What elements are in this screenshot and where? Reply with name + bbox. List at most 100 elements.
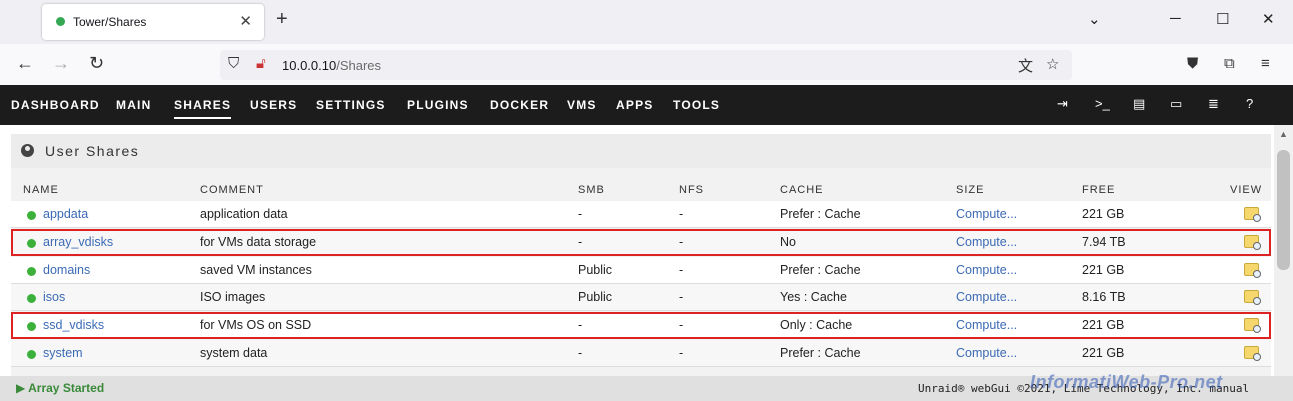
share-smb: - <box>578 235 583 249</box>
extensions-icon[interactable]: ⧉ <box>1224 55 1235 72</box>
share-size-compute-link[interactable]: Compute... <box>956 207 1017 221</box>
logout-icon[interactable]: ⇥ <box>1057 96 1068 112</box>
menu-dashboard[interactable]: DASHBOARD <box>11 98 100 112</box>
menu-tools[interactable]: TOOLS <box>673 98 720 112</box>
menu-users[interactable]: USERS <box>250 98 297 112</box>
share-size-compute-link[interactable]: Compute... <box>956 290 1017 304</box>
browse-folder-icon[interactable] <box>1244 207 1261 222</box>
share-cache: Prefer : Cache <box>780 346 861 360</box>
browser-tab[interactable]: Tower/Shares ✕ <box>42 4 264 40</box>
share-size-compute-link[interactable]: Compute... <box>956 263 1017 277</box>
share-size-compute-link[interactable]: Compute... <box>956 318 1017 332</box>
status-dot-icon <box>27 350 36 359</box>
browser-tab-bar: Tower/Shares ✕ + ⌄ ─ ☐ ✕ <box>0 0 1293 44</box>
url-bar[interactable]: ⛉ 🔓︎ 10.0.0.10/Shares 文 ☆ <box>220 50 1072 80</box>
tab-close-icon[interactable]: ✕ <box>239 12 252 30</box>
share-cache: Only : Cache <box>780 318 853 332</box>
new-tab-icon[interactable]: + <box>276 8 288 31</box>
share-name-link[interactable]: array_vdisks <box>43 235 113 249</box>
share-cache: Yes : Cache <box>780 290 847 304</box>
share-free: 221 GB <box>1082 318 1125 332</box>
table-header: NAME COMMENT SMB NFS CACHE SIZE FREE VIE… <box>11 180 1271 200</box>
maximize-icon[interactable]: ☐ <box>1216 10 1229 28</box>
status-dot-icon <box>27 239 36 248</box>
menu-vms[interactable]: VMS <box>567 98 597 112</box>
share-comment: for VMs OS on SSD <box>200 318 312 332</box>
table-row: isos ISO images Public - Yes : Cache Com… <box>11 284 1271 311</box>
share-free: 7.94 TB <box>1082 235 1126 249</box>
browse-folder-icon[interactable] <box>1244 263 1261 278</box>
share-cache: Prefer : Cache <box>780 263 861 277</box>
insecure-lock-icon[interactable]: 🔓︎ <box>256 55 266 72</box>
header-nfs: NFS <box>679 184 704 196</box>
share-name-link[interactable]: ssd_vdisks <box>43 318 104 332</box>
menu-shares[interactable]: SHARES <box>174 98 232 119</box>
table-row: domains saved VM instances Public - Pref… <box>11 257 1271 284</box>
table-row: appdata application data - - Prefer : Ca… <box>11 201 1271 228</box>
share-name-link[interactable]: domains <box>43 263 90 277</box>
share-comment: application data <box>200 207 288 221</box>
menu-settings[interactable]: SETTINGS <box>316 98 386 112</box>
panel-header: User Shares <box>11 134 1271 168</box>
share-nfs: - <box>679 318 684 332</box>
browser-nav-bar: ← → ↻ ⛉ 🔓︎ 10.0.0.10/Shares 文 ☆ ⛊ ⧉ ≡ <box>0 44 1293 85</box>
header-cache: CACHE <box>780 184 824 196</box>
user-icon <box>21 144 34 157</box>
menu-docker[interactable]: DOCKER <box>490 98 549 112</box>
minimize-icon[interactable]: ─ <box>1170 10 1181 27</box>
terminal-icon[interactable]: >_ <box>1095 96 1110 111</box>
header-name: NAME <box>23 184 59 196</box>
scroll-up-icon[interactable]: ▲ <box>1279 129 1288 139</box>
status-dot-icon <box>27 294 36 303</box>
browse-folder-icon[interactable] <box>1244 290 1261 305</box>
status-dot-icon <box>27 267 36 276</box>
share-smb: - <box>578 207 583 221</box>
bookmark-star-icon[interactable]: ☆ <box>1046 55 1059 73</box>
feedback-icon[interactable]: ▤ <box>1133 96 1145 112</box>
shield-icon[interactable]: ⛉ <box>228 55 239 72</box>
forward-icon[interactable]: → <box>52 53 70 74</box>
menu-plugins[interactable]: PLUGINS <box>407 98 469 112</box>
browse-folder-icon[interactable] <box>1244 346 1261 361</box>
header-smb: SMB <box>578 184 605 196</box>
window-close-icon[interactable]: ✕ <box>1262 10 1275 28</box>
share-nfs: - <box>679 235 684 249</box>
share-size-compute-link[interactable]: Compute... <box>956 346 1017 360</box>
share-smb: - <box>578 346 583 360</box>
share-comment: for VMs data storage <box>200 235 317 249</box>
share-nfs: - <box>679 346 684 360</box>
tab-title: Tower/Shares <box>73 15 147 29</box>
menu-apps[interactable]: APPS <box>616 98 653 112</box>
scrollbar-thumb[interactable] <box>1277 150 1290 270</box>
pocket-icon[interactable]: ⛊ <box>1187 55 1198 72</box>
share-name-link[interactable]: isos <box>43 290 65 304</box>
share-smb: Public <box>578 263 613 277</box>
table-row: ssd_vdisks for VMs OS on SSD - - Only : … <box>11 312 1271 339</box>
help-icon[interactable]: ? <box>1246 96 1253 111</box>
share-size-compute-link[interactable]: Compute... <box>956 235 1017 249</box>
monitor-icon[interactable]: ▭ <box>1170 96 1182 112</box>
share-free: 8.16 TB <box>1082 290 1126 304</box>
browse-folder-icon[interactable] <box>1244 235 1261 250</box>
reload-icon[interactable]: ↻ <box>89 53 104 74</box>
share-comment: system data <box>200 346 268 360</box>
share-nfs: - <box>679 263 684 277</box>
log-icon[interactable]: ≣ <box>1208 96 1219 112</box>
share-free: 221 GB <box>1082 346 1125 360</box>
header-free: FREE <box>1082 184 1116 196</box>
app-menu-icon[interactable]: ≡ <box>1261 55 1270 72</box>
header-view: VIEW <box>1230 184 1263 196</box>
share-smb: - <box>578 318 583 332</box>
share-name-link[interactable]: system <box>43 346 83 360</box>
translate-icon[interactable]: 文 <box>1018 55 1033 76</box>
tab-list-chevron-icon[interactable]: ⌄ <box>1088 10 1101 28</box>
browse-folder-icon[interactable] <box>1244 318 1261 333</box>
page-scrollbar[interactable]: ▲ <box>1274 125 1293 376</box>
back-icon[interactable]: ← <box>16 53 34 74</box>
menu-main[interactable]: MAIN <box>116 98 151 112</box>
header-size: SIZE <box>956 184 985 196</box>
share-comment: saved VM instances <box>200 263 312 277</box>
table-row: system system data - - Prefer : Cache Co… <box>11 340 1271 367</box>
share-name-link[interactable]: appdata <box>43 207 88 221</box>
table-row: array_vdisks for VMs data storage - - No… <box>11 229 1271 256</box>
